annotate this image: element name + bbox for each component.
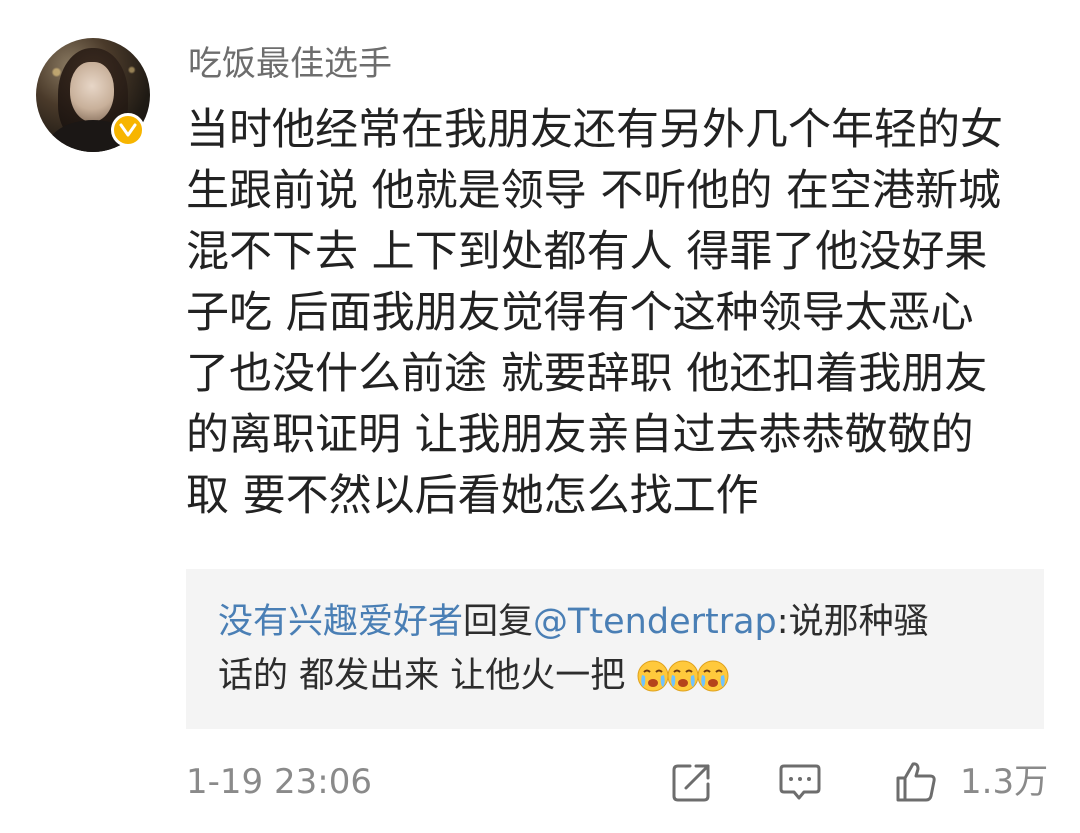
- comment-card: 吃饭最佳选手 当时他经常在我朋友还有另外几个年轻的女 生跟前说 他就是领导 不听…: [0, 0, 1080, 833]
- comment-line: 的离职证明 让我朋友亲自过去恭恭敬敬的: [186, 410, 974, 460]
- reply-text-after-mention: :说那种骚: [776, 602, 929, 642]
- timestamp: 1-19 23:06: [186, 762, 372, 802]
- crying-face-icon: [697, 660, 729, 692]
- crying-face-icon: [637, 660, 669, 692]
- comment-line: 生跟前说 他就是领导 不听他的 在空港新城: [186, 166, 1002, 216]
- comment-line: 当时他经常在我朋友还有另外几个年轻的女: [186, 105, 1003, 155]
- reply-mention-link[interactable]: @Ttendertrap: [533, 602, 777, 642]
- share-icon[interactable]: [668, 758, 716, 806]
- reply-text: 没有兴趣爱好者回复@Ttendertrap:说那种骚 话的 都发出来 让他火一把: [218, 595, 1018, 703]
- check-v-icon: [119, 123, 137, 137]
- username[interactable]: 吃饭最佳选手: [188, 42, 392, 86]
- reply-author-link[interactable]: 没有兴趣爱好者: [218, 602, 463, 642]
- comment-line: 混不下去 上下到处都有人 得罪了他没好果: [186, 227, 988, 277]
- reply-line-1: 没有兴趣爱好者回复@Ttendertrap:说那种骚: [218, 595, 1018, 649]
- reply-text-line2: 话的 都发出来 让他火一把: [218, 656, 626, 696]
- comment-footer: 1-19 23:06 1.3万: [186, 758, 1049, 808]
- reply-preview[interactable]: 没有兴趣爱好者回复@Ttendertrap:说那种骚 话的 都发出来 让他火一把: [186, 569, 1044, 729]
- comment-line: 取 要不然以后看她怎么找工作: [186, 471, 759, 521]
- verified-badge-icon: [111, 113, 145, 147]
- like-count: 1.3万: [960, 762, 1049, 802]
- like-icon[interactable]: [892, 758, 940, 806]
- crying-face-icon: [667, 660, 699, 692]
- reply-line-2: 话的 都发出来 让他火一把: [218, 649, 1018, 703]
- reply-word: 回复: [463, 602, 534, 642]
- avatar-face: [70, 62, 114, 122]
- comment-line: 子吃 后面我朋友觉得有个这种领导太恶心: [186, 288, 974, 338]
- comment-line: 了也没什么前途 就要辞职 他还扣着我朋友: [186, 349, 988, 399]
- comment-body: 当时他经常在我朋友还有另外几个年轻的女 生跟前说 他就是领导 不听他的 在空港新…: [186, 100, 1046, 527]
- comment-icon[interactable]: [776, 758, 824, 806]
